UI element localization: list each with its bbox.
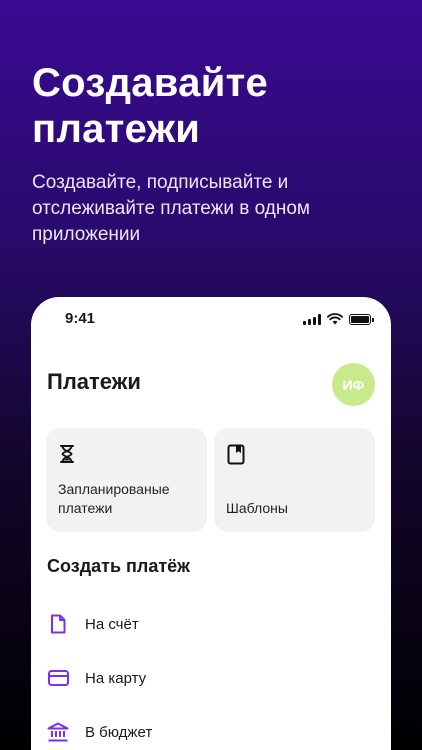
section-title: Создать платёж bbox=[47, 556, 190, 576]
quick-cards: Запланированые платежи Шаблоны bbox=[46, 428, 375, 532]
avatar[interactable]: ИФ bbox=[332, 363, 375, 406]
templates-card[interactable]: Шаблоны bbox=[214, 428, 375, 532]
list-item-card[interactable]: На карту bbox=[47, 651, 377, 705]
payment-type-list: На счёт На карту В бюджет bbox=[47, 597, 377, 750]
list-item-budget-label: В бюджет bbox=[85, 723, 153, 741]
templates-label: Шаблоны bbox=[226, 500, 288, 516]
screen-title: Платежи bbox=[47, 369, 141, 394]
card-icon bbox=[47, 670, 69, 686]
status-icons bbox=[303, 313, 374, 325]
scheduled-payments-label: Запланированые платежи bbox=[58, 481, 170, 516]
signal-icon bbox=[303, 313, 321, 325]
list-item-account[interactable]: На счёт bbox=[47, 597, 377, 651]
phone-mockup: 9:41 Платежи ИФ Запланированые платежи Ш… bbox=[31, 297, 391, 750]
wifi-icon bbox=[327, 313, 343, 325]
list-item-budget[interactable]: В бюджет bbox=[47, 705, 377, 750]
bank-icon bbox=[47, 722, 69, 742]
promo-title: Создавайте платежи bbox=[32, 61, 269, 151]
battery-icon bbox=[349, 313, 374, 325]
book-icon bbox=[227, 444, 245, 470]
status-time: 9:41 bbox=[65, 310, 96, 327]
list-item-account-label: На счёт bbox=[85, 615, 139, 633]
promo-subtitle: Создавайте, подписывайте и отслеживайте … bbox=[32, 172, 310, 245]
scheduled-payments-card[interactable]: Запланированые платежи bbox=[46, 428, 207, 532]
document-icon bbox=[47, 614, 69, 634]
status-bar: 9:41 bbox=[31, 297, 391, 341]
hourglass-icon bbox=[59, 444, 75, 469]
promo-block: Создавайте платежи Создавайте, подписыва… bbox=[32, 60, 402, 248]
list-item-card-label: На карту bbox=[85, 669, 147, 687]
